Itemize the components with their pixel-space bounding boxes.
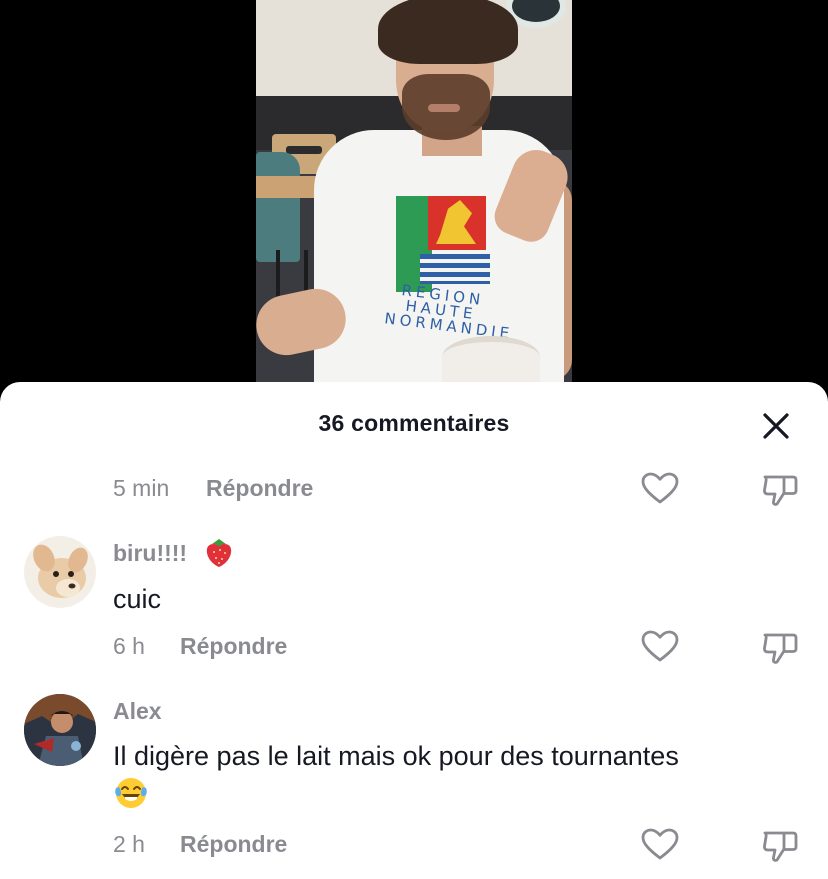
close-icon[interactable]	[756, 406, 796, 446]
thumbs-down-icon[interactable]	[760, 628, 800, 668]
thumbs-down-icon[interactable]	[760, 470, 800, 510]
reply-button[interactable]: Répondre	[180, 831, 287, 858]
reply-button[interactable]: Répondre	[180, 633, 287, 660]
chihuahua-avatar[interactable]	[24, 536, 96, 608]
video-player[interactable]: REGION HAUTE NORMANDIE	[256, 0, 572, 400]
comment-timestamp: 5 min	[113, 475, 170, 501]
comment-timestamp: 6 h	[113, 633, 145, 659]
armored-character-avatar[interactable]	[24, 694, 96, 766]
comment-text: Il digère pas le lait mais ok pour des t…	[113, 741, 679, 771]
comment-timestamp: 2 h	[113, 831, 145, 857]
thumbs-down-icon[interactable]	[760, 826, 800, 866]
comment-text-block: Il digère pas le lait mais ok pour des t…	[113, 737, 803, 821]
heart-outline-icon[interactable]	[640, 469, 680, 509]
video-seat	[256, 152, 300, 262]
video-person-hair	[378, 0, 518, 64]
laughing-tears-emoji-icon	[113, 775, 149, 821]
comment-text: cuic	[113, 584, 162, 614]
comments-sheet: 36 commentaires 5 min Répondre biru!!!! …	[0, 382, 828, 879]
strawberry-icon	[204, 535, 234, 574]
shirt-logo-waves	[420, 254, 490, 284]
comment-username[interactable]: biru!!!!	[113, 540, 187, 567]
comments-count-title: 36 commentaires	[318, 410, 510, 436]
heart-outline-icon[interactable]	[640, 825, 680, 865]
heart-outline-icon[interactable]	[640, 627, 680, 667]
comment-username[interactable]: Alex	[113, 698, 162, 725]
video-person-mouth	[428, 104, 460, 112]
reply-button[interactable]: Répondre	[206, 475, 313, 502]
